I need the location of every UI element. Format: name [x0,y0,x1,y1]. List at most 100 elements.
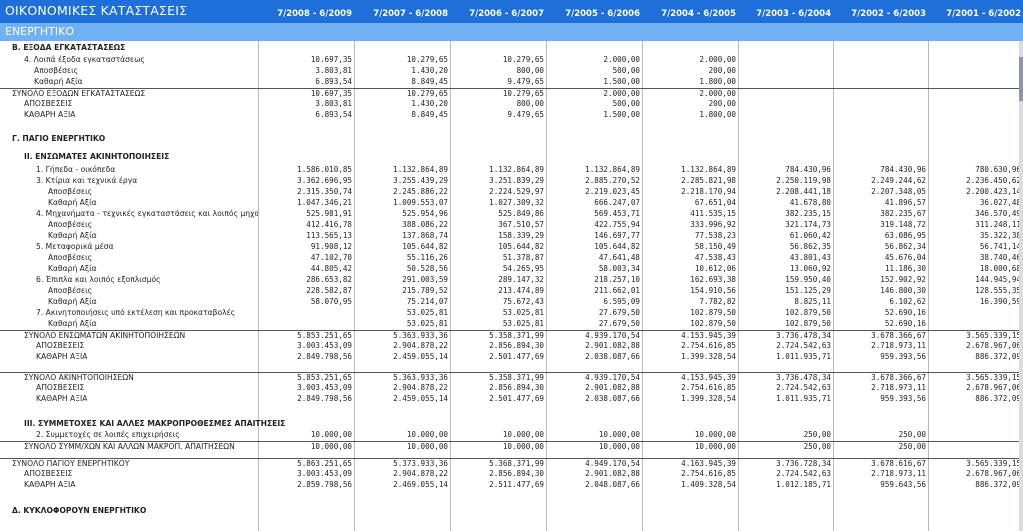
value-cell: 10.697,35 [310,55,352,64]
vertical-scrollbar[interactable] [1019,41,1023,531]
value-cell: 2.724.542,63 [776,383,831,392]
value-cell: 10.000,00 [310,430,352,439]
row-label: ΙΙ. ΕΝΣΩΜΑΤΕΣ ΑΚΙΝΗΤΟΠΟΙΗΣΕΙΣ [24,152,170,161]
value-cell: 158.339,29 [498,231,544,240]
value-cell: 286.653,82 [306,275,352,284]
value-cell: 53.025,81 [406,319,448,328]
value-cell: 1.027.309,32 [489,198,544,207]
value-cell: 10.279,65 [406,89,448,98]
value-cell: 9.479,65 [507,77,544,86]
row-label: ΣΥΝΟΛΟ ΠΑΓΙΟΥ ΕΝΕΡΓΗΤΙΚΟΥ [12,459,130,468]
table-row: Αποσβέσεις 47.102,70 55.116,26 51.378,87 47.… [0,253,1021,264]
value-cell: 2.718.973,11 [871,341,926,350]
value-cell: 47.641,48 [598,253,640,262]
value-cell: 4.939.170,54 [585,373,640,382]
value-cell: 959.643,56 [880,480,926,489]
value-cell: 5.368.371,99 [489,459,544,468]
value-cell: 2.250.119,98 [776,176,831,185]
value-cell: 500,00 [612,99,640,108]
value-cell: 5.853.251,65 [297,331,352,340]
value-cell: 102.879,50 [690,319,736,328]
value-cell: 10.000,00 [502,442,544,451]
row-label: ΣΥΝΟΛΟ ΕΝΣΩΜΑΤΩΝ ΑΚΙΝΗΤΟΠΟΙΗΣΕΩΝ [24,331,186,340]
value-cell: 5.373.933,36 [393,459,448,468]
value-cell: 4.163.945,39 [681,459,736,468]
value-cell: 45.676,04 [884,253,926,262]
value-cell: 1.500,00 [603,110,640,119]
value-cell: 1.430,20 [411,66,448,75]
value-cell: 2.901.082,88 [585,341,640,350]
value-cell: 250,00 [898,442,926,451]
row-label: ΑΠΟΣΒΕΣΕΙΣ [24,99,73,108]
table-row: Δ. ΚΥΚΛΟΦΟΡΟΥΝ ΕΝΕΡΓΗΤΙΚΟ [0,506,1019,517]
value-cell: 35.322,38 [979,231,1021,240]
table-row: ΚΑΘΑΡΗ ΑΞΙΑ 2.849.798,56 2.459.055,14 2.501… [0,394,1021,405]
row-label: ΣΥΝΟΛΟ ΑΚΙΝΗΤΟΠΟΙΗΣΕΩΝ [24,373,134,382]
value-cell: 2.501.477,69 [489,394,544,403]
value-cell: 3.565.339,15 [966,331,1021,340]
row-label: ΑΠΟΣΒΕΣΕΙΣ [36,341,85,350]
value-cell: 56.741,14 [979,242,1021,251]
value-cell: 886.372,09 [975,352,1021,361]
value-cell: 2.469.055,14 [393,480,448,489]
value-cell: 291.003,59 [402,275,448,284]
row-label: Δ. ΚΥΚΛΟΦΟΡΟΥΝ ΕΝΕΡΓΗΤΙΚΟ [12,506,147,515]
value-cell: 47.538,43 [694,253,736,262]
value-cell: 10.000,00 [406,430,448,439]
value-cell: 75.214,07 [406,297,448,306]
row-label: Β. ΕΞΟΔΑ ΕΓΚΑΤΑΣΤΑΣΕΩΣ [12,43,126,52]
value-cell: 1.012.185,71 [776,480,831,489]
row-label: 3. Κτίρια και τεχνικά έργα [36,176,138,185]
scrollbar-thumb[interactable] [1019,57,1023,101]
value-cell: 2.219.023,45 [585,187,640,196]
value-cell: 113.565,13 [306,231,352,240]
row-label: ΣΥΝΟΛΟ ΕΞΟΔΩΝ ΕΓΚΑΤΑΣΤΑΣΕΩΣ [12,89,146,98]
row-label: Αποσβέσεις [34,66,79,75]
row-label: ΣΥΝΟΛΟ ΣΥΜΜ/ΧΩΝ ΚΑΙ ΑΛΛΩΝ ΜΑΚΡΟΠ. ΑΠΑΙΤΗ… [24,442,235,451]
value-cell: 2.000,00 [603,89,640,98]
table-row: Καθαρή Αξία 58.070,95 75.214,07 75.672,43 6.… [0,297,1021,308]
value-cell: 2.885.270,52 [585,176,640,185]
value-cell: 10.000,00 [310,442,352,451]
value-cell: 1.409.328,54 [681,480,736,489]
value-cell: 50.528,56 [406,264,448,273]
table-row: ΚΑΘΑΡΗ ΑΞΙΑ 2.849.798,56 2.459.055,14 2.501… [0,352,1021,363]
table-row: ΣΥΝΟΛΟ ΣΥΜΜ/ΧΩΝ ΚΑΙ ΑΛΛΩΝ ΜΑΚΡΟΠ. ΑΠΑΙΤΗ… [0,441,1019,453]
row-label: Καθαρή Αξία [48,297,97,306]
table-row: ΑΠΟΣΒΕΣΕΙΣ 3.003.453,09 2.904.878,22 2.856.… [0,383,1021,394]
value-cell: 13.060,92 [789,264,831,273]
value-cell: 91.908,12 [310,242,352,251]
value-cell: 2.856.894,30 [489,469,544,478]
value-cell: 4.153.945,39 [681,331,736,340]
value-cell: 18.000,68 [979,264,1021,273]
table-row: Καθαρή Αξία 44.805,42 50.528,56 54.265,95 58… [0,264,1021,275]
value-cell: 382.235,67 [880,209,926,218]
table-row: Αποσβέσεις 2.315.350,74 2.245.886,22 2.224.… [0,187,1021,198]
value-cell: 159.950,40 [785,275,831,284]
value-cell: 151.125,29 [785,286,831,295]
value-cell: 2.678.967,06 [966,341,1021,350]
value-cell: 2.000,00 [699,55,736,64]
value-cell: 102.879,50 [690,308,736,317]
value-cell: 10.279,65 [406,55,448,64]
value-cell: 2.856.894,30 [489,341,544,350]
value-cell: 5.853.251,65 [297,373,352,382]
column-header: 7/2006 - 6/2007 [469,9,544,19]
value-cell: 2.315.350,74 [297,187,352,196]
value-cell: 1.399.328,54 [681,352,736,361]
value-cell: 10.612,06 [694,264,736,273]
value-cell: 569.453,71 [594,209,640,218]
value-cell: 218.257,10 [594,275,640,284]
value-cell: 2.038.087,66 [585,352,640,361]
row-label: Καθαρή Αξία [34,77,83,86]
row-label: Καθαρή Αξία [48,231,97,240]
value-cell: 58.150,49 [694,242,736,251]
value-cell: 886.372,09 [975,394,1021,403]
table-row: 5. Μεταφορικά μέσα 91.908,12 105.644,82 105… [0,242,1021,253]
value-cell: 1.047.346,21 [297,198,352,207]
value-cell: 250,00 [803,430,831,439]
value-cell: 2.849.798,56 [297,394,352,403]
value-cell: 43.801,43 [789,253,831,262]
value-cell: 36.027,48 [979,198,1021,207]
value-cell: 146.800,30 [880,286,926,295]
